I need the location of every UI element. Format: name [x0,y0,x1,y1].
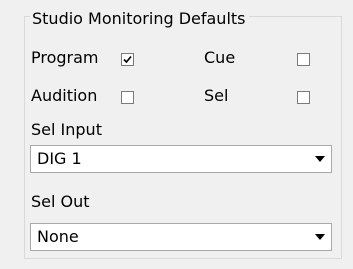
sel-input-dropdown[interactable]: DIG 1 [30,145,332,173]
chevron-down-icon [315,156,325,162]
program-label: Program [31,48,99,67]
sel-input-label: Sel Input [31,120,102,139]
sel-out-dropdown[interactable]: None [30,223,332,251]
audition-checkbox[interactable] [121,91,134,104]
program-checkbox[interactable] [121,53,134,66]
checkmark-icon [123,55,132,64]
sel-checkbox[interactable] [297,91,310,104]
sel-label: Sel [204,86,229,105]
audition-label: Audition [31,86,98,105]
sel-input-value: DIG 1 [37,149,82,168]
cue-label: Cue [204,48,236,67]
cue-checkbox[interactable] [297,53,310,66]
group-title: Studio Monitoring Defaults [30,10,249,28]
sel-out-label: Sel Out [31,192,90,211]
sel-out-value: None [37,227,79,246]
chevron-down-icon [315,234,325,240]
